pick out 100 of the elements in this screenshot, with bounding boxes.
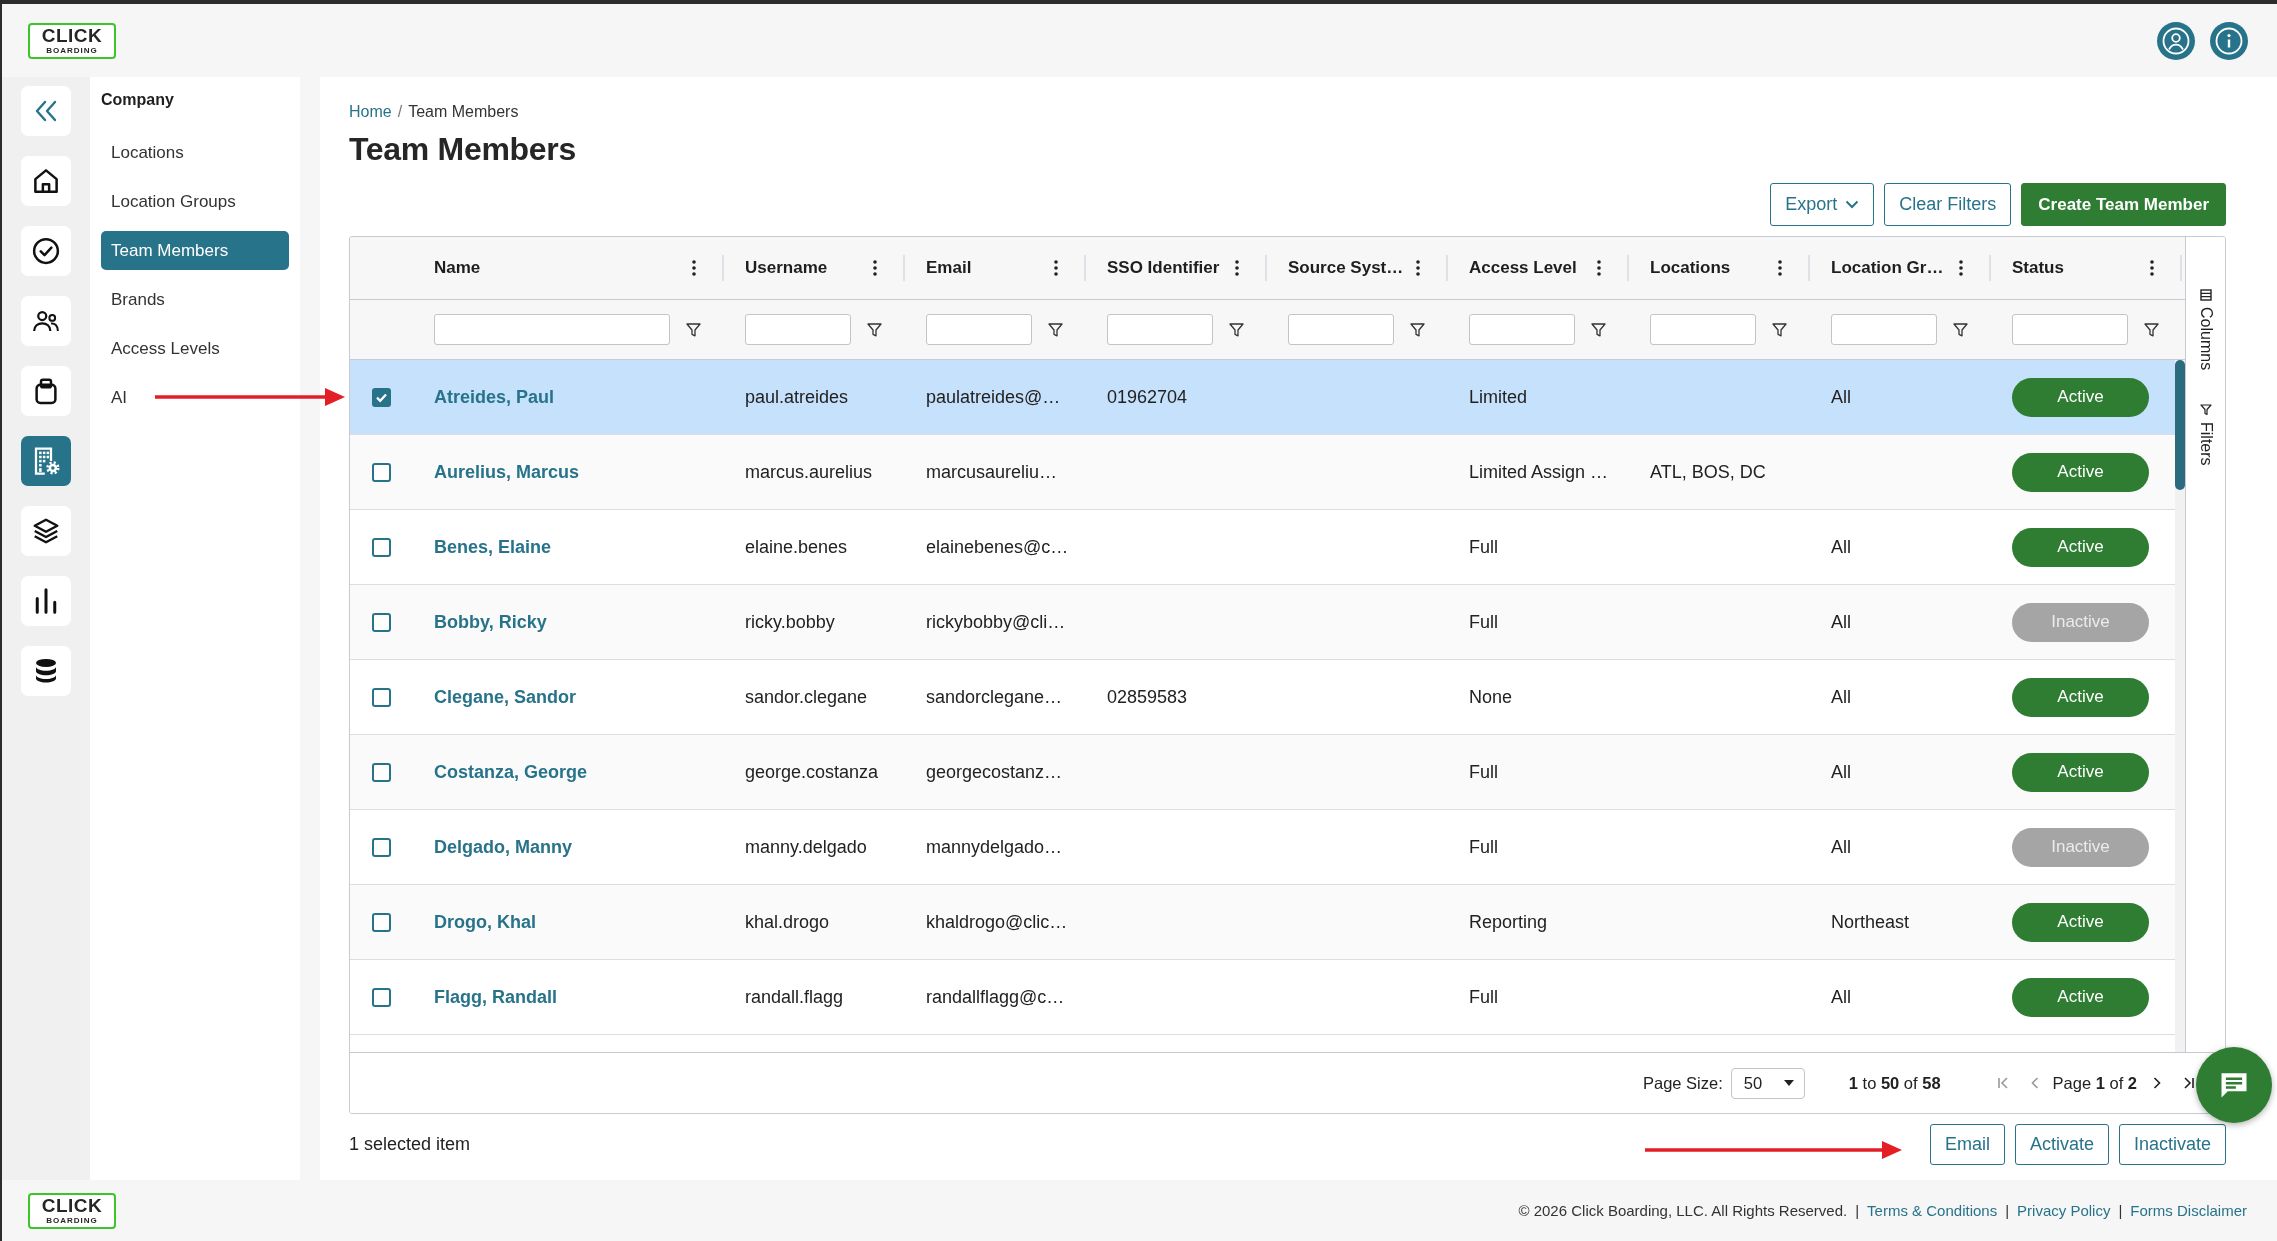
column-header[interactable]: Location Gr…	[1831, 258, 1959, 278]
filter-icon[interactable]	[2144, 322, 2159, 337]
primary-button[interactable]: Create Team Member	[2021, 183, 2226, 226]
row-checkbox[interactable]	[372, 912, 391, 932]
table-row[interactable]: Atreides, Paul paul.atreides paulatreides@… 01962704 Limited All Active	[350, 360, 2175, 435]
column-header[interactable]: Username	[745, 258, 873, 278]
action-button[interactable]: Email	[1929, 1124, 2005, 1165]
table-row[interactable]: Costanza, George george.costanza georgecostanz… Full All Active	[350, 735, 2175, 810]
column-menu-icon[interactable]	[1959, 260, 1963, 276]
column-header[interactable]: Source Syst…	[1288, 258, 1416, 278]
filter-icon[interactable]	[867, 322, 882, 337]
column-menu-icon[interactable]	[692, 260, 696, 276]
name-link[interactable]: Atreides, Paul	[434, 386, 555, 408]
logo[interactable]: CLICK BOARDING	[28, 1192, 116, 1229]
sidebar-item[interactable]: Team Members	[101, 231, 289, 270]
column-menu-icon[interactable]	[1054, 260, 1058, 276]
row-checkbox[interactable]	[372, 387, 391, 407]
sidebar-button[interactable]	[21, 646, 71, 696]
filter-input[interactable]	[1831, 314, 1937, 345]
filter-input[interactable]	[1107, 314, 1213, 345]
column-menu-icon[interactable]	[1778, 260, 1782, 276]
column-header[interactable]: Access Level	[1469, 258, 1597, 278]
filter-input[interactable]	[1288, 314, 1394, 345]
table-row[interactable]: Bobby, Ricky ricky.bobby rickybobby@cli… Full All Inactive	[350, 585, 2175, 660]
filter-icon[interactable]	[1229, 322, 1244, 337]
name-link[interactable]: Delgado, Manny	[434, 836, 572, 858]
filter-input[interactable]	[2012, 314, 2128, 345]
row-checkbox[interactable]	[372, 837, 391, 857]
filter-input[interactable]	[1650, 314, 1756, 345]
name-link[interactable]: Benes, Elaine	[434, 536, 552, 558]
column-menu-icon[interactable]	[1235, 260, 1239, 276]
filter-icon[interactable]	[1953, 322, 1968, 337]
footer-link[interactable]: Privacy Policy	[2017, 1202, 2111, 1219]
action-button[interactable]: Activate	[2014, 1124, 2109, 1165]
column-header[interactable]: Locations	[1650, 258, 1778, 278]
column-header[interactable]: Status	[2012, 258, 2150, 278]
scrollbar[interactable]	[2175, 360, 2185, 1052]
filter-input[interactable]	[434, 314, 670, 345]
filter-icon[interactable]	[686, 322, 701, 337]
table-cell: 02859583	[1107, 686, 1188, 708]
user-icon[interactable]	[2157, 21, 2195, 60]
sidebar-button[interactable]	[21, 156, 71, 206]
footer-link[interactable]: Forms Disclaimer	[2130, 1202, 2247, 1219]
side-panel-tab[interactable]: Filters	[2196, 404, 2215, 466]
sidebar-button[interactable]	[21, 506, 71, 556]
column-menu-icon[interactable]	[2150, 260, 2154, 276]
sidebar-button[interactable]	[21, 296, 71, 346]
filter-input[interactable]	[745, 314, 851, 345]
row-checkbox[interactable]	[372, 462, 391, 482]
table-cell: Full	[1469, 536, 1498, 558]
scrollbar-thumb[interactable]	[2175, 360, 2185, 490]
side-panel-tab[interactable]: Columns	[2196, 289, 2215, 371]
status-badge: Active	[2012, 452, 2149, 492]
last-page-icon[interactable]	[2183, 1076, 2195, 1090]
filter-icon[interactable]	[1772, 322, 1787, 337]
filter-icon[interactable]	[1410, 322, 1425, 337]
name-link[interactable]: Costanza, George	[434, 761, 588, 783]
filter-input[interactable]	[1469, 314, 1575, 345]
name-link[interactable]: Bobby, Ricky	[434, 611, 547, 633]
filter-icon[interactable]	[1591, 322, 1606, 337]
sidebar-item[interactable]: Access Levels	[101, 329, 289, 368]
sidebar-button[interactable]	[21, 576, 71, 626]
toolbar-button[interactable]: Clear Filters	[1884, 183, 2012, 226]
row-checkbox[interactable]	[372, 612, 391, 632]
footer-link[interactable]: Terms & Conditions	[1867, 1202, 1998, 1219]
sidebar-item[interactable]: Brands	[101, 280, 289, 319]
column-menu-icon[interactable]	[1597, 260, 1601, 276]
column-menu-icon[interactable]	[873, 260, 877, 276]
action-button[interactable]: Inactivate	[2118, 1124, 2226, 1165]
sidebar-button[interactable]	[21, 366, 71, 416]
next-page-icon[interactable]	[2153, 1076, 2161, 1090]
filter-input[interactable]	[926, 314, 1032, 345]
breadcrumb-current: Team Members	[408, 102, 519, 122]
filter-icon[interactable]	[1048, 322, 1063, 337]
name-link[interactable]: Drogo, Khal	[434, 911, 536, 933]
row-checkbox[interactable]	[372, 762, 391, 782]
caret-icon	[1783, 1080, 1794, 1086]
name-link[interactable]: Flagg, Randall	[434, 986, 557, 1008]
breadcrumb-link[interactable]: Home	[349, 102, 392, 122]
column-header[interactable]: Name	[434, 258, 692, 278]
logo[interactable]: CLICK BOARDING	[28, 22, 116, 59]
export-dropdown-button[interactable]: Export	[1770, 183, 1875, 226]
row-checkbox[interactable]	[372, 987, 391, 1007]
row-checkbox[interactable]	[372, 537, 391, 557]
column-header[interactable]: Email	[926, 258, 1054, 278]
page-size-select[interactable]: 50	[1730, 1067, 1805, 1099]
column-menu-icon[interactable]	[1416, 260, 1420, 276]
status-badge: Inactive	[2012, 827, 2149, 867]
sidebar-item[interactable]: Locations	[101, 133, 289, 172]
collapse-button[interactable]	[21, 86, 71, 136]
sidebar-item[interactable]: Location Groups	[101, 182, 289, 221]
sidebar-item[interactable]: AI	[101, 378, 289, 417]
table-row[interactable]: Drogo, Khal khal.drogo khaldrogo@clic… Reporting Northeast Active	[350, 885, 2175, 960]
name-link[interactable]: Clegane, Sandor	[434, 686, 577, 708]
sidebar-button[interactable]	[21, 226, 71, 276]
row-checkbox[interactable]	[372, 687, 391, 707]
name-link[interactable]: Aurelius, Marcus	[434, 461, 580, 483]
table-row[interactable]: Aurelius, Marcus marcus.aurelius marcusaureliu… Limited Assign … ATL, BOS, DC Active	[350, 435, 2175, 510]
column-header[interactable]: SSO Identifier	[1107, 258, 1235, 278]
info-icon[interactable]	[2210, 21, 2248, 60]
